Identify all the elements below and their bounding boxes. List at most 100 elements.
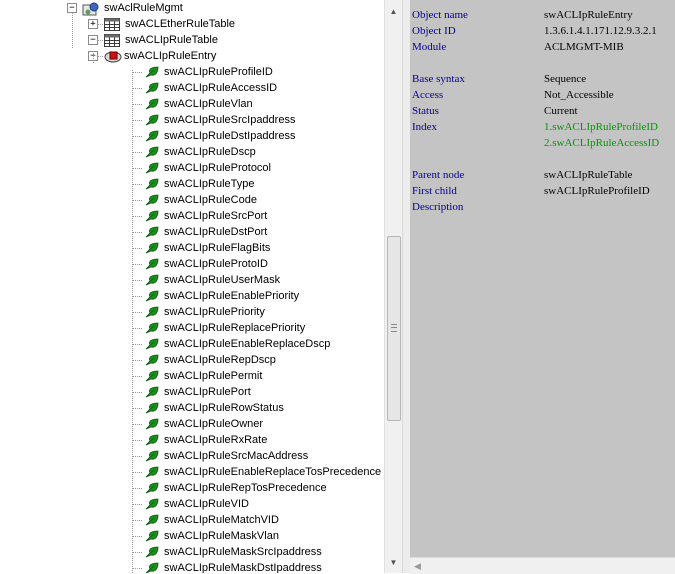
tree-node[interactable]: swACLIpRuleVlan — [0, 96, 384, 112]
expand-plus-icon[interactable]: + — [88, 19, 98, 29]
scroll-up-arrow-icon[interactable]: ▲ — [385, 4, 402, 20]
info-key: Module — [412, 41, 447, 53]
tree-node-label: swACLIpRuleSrcMacAddress — [164, 450, 309, 462]
tree-node[interactable]: swACLIpRuleRowStatus — [0, 400, 384, 416]
tree-node-label: swACLIpRulePermit — [164, 370, 263, 382]
tree-node[interactable]: swACLIpRuleFlagBits — [0, 240, 384, 256]
tree-node[interactable]: swACLIpRuleCode — [0, 192, 384, 208]
tree-node[interactable]: swACLIpRuleRepDscp — [0, 352, 384, 368]
tree-node[interactable]: swACLIpRuleMatchVID — [0, 512, 384, 528]
tree-node[interactable]: swACLIpRuleOwner — [0, 416, 384, 432]
tree-node-label: swACLIpRuleMatchVID — [164, 514, 279, 526]
tree-vertical-scrollbar[interactable]: ▲ ▼ — [384, 0, 402, 573]
tree-node-label: swACLIpRuleVID — [164, 498, 249, 510]
tree-node-label: swACLIpRulePort — [164, 386, 251, 398]
tree-node[interactable]: swACLIpRuleMaskSrcIpaddress — [0, 544, 384, 560]
tree-node-label: swACLIpRuleTable — [125, 34, 218, 46]
info-value: Not_Accessible — [544, 89, 614, 101]
tree-node[interactable]: swACLIpRuleProtocol — [0, 160, 384, 176]
tree-node[interactable]: − swAclRuleMgmt — [0, 0, 384, 16]
tree-node[interactable]: swACLIpRuleDstPort — [0, 224, 384, 240]
tree-node[interactable]: swACLIpRuleEnableReplaceTosPrecedence — [0, 464, 384, 480]
tree-node-label: swACLIpRuleReplacePriority — [164, 322, 306, 334]
tree-node-label: swACLIpRuleMaskSrcIpaddress — [164, 546, 322, 558]
info-key: Description — [412, 201, 464, 213]
tree-node[interactable]: swACLIpRuleEnablePriority — [0, 288, 384, 304]
tree-node-label: swACLIpRulePriority — [164, 306, 265, 318]
leaf-icon — [145, 562, 159, 573]
info-index-link[interactable]: 1.swACLIpRuleProfileID — [544, 121, 658, 133]
tree-node-label: swACLIpRuleDstPort — [164, 226, 268, 238]
info-key: Parent node — [412, 169, 465, 181]
tree-node-label: swACLIpRuleOwner — [164, 418, 264, 430]
tree-node-label: swACLIpRuleFlagBits — [164, 242, 271, 254]
tree-node[interactable]: swACLIpRuleMaskDstIpaddress — [0, 560, 384, 573]
tree-node-label: swACLIpRuleUserMask — [164, 274, 281, 286]
tree-node[interactable]: swACLIpRuleProfileID — [0, 64, 384, 80]
info-key: Index — [412, 121, 438, 133]
tree-node-label: swACLIpRuleRepTosPrecedence — [164, 482, 327, 494]
tree-node[interactable]: swACLIpRuleSrcPort — [0, 208, 384, 224]
tree-node[interactable]: swACLIpRuleSrcIpaddress — [0, 112, 384, 128]
tree-node[interactable]: swACLIpRuleDscp — [0, 144, 384, 160]
tree-node[interactable]: swACLIpRuleAccessID — [0, 80, 384, 96]
tree-node[interactable]: swACLIpRuleRepTosPrecedence — [0, 480, 384, 496]
tree-node[interactable]: swACLIpRulePriority — [0, 304, 384, 320]
tree-node[interactable]: swACLIpRuleVID — [0, 496, 384, 512]
scroll-down-arrow-icon[interactable]: ▼ — [385, 555, 402, 571]
info-value: Sequence — [544, 73, 587, 85]
tree-node-label: swACLIpRuleRowStatus — [164, 402, 284, 414]
scrollbar-thumb[interactable] — [387, 236, 401, 421]
mib-tree-pane[interactable]: − swAclRuleMgmt + swACLEtherRuleTable − swACL… — [0, 0, 384, 573]
info-value: swACLIpRuleTable — [544, 169, 633, 181]
collapse-minus-icon[interactable]: − — [67, 3, 77, 13]
tree-node-label: swACLIpRuleMaskVlan — [164, 530, 279, 542]
scroll-left-arrow-icon[interactable]: ◀ — [414, 558, 421, 574]
info-key: Base syntax — [412, 73, 465, 85]
tree-connector — [72, 13, 73, 48]
tree-node-label: swACLIpRuleAccessID — [164, 82, 278, 94]
info-value: ACLMGMT-MIB — [544, 41, 624, 53]
tree-node[interactable]: + swACLEtherRuleTable — [0, 16, 384, 32]
tree-node[interactable]: swACLIpRuleMaskVlan — [0, 528, 384, 544]
tree-node-label: swACLIpRuleProtocol — [164, 162, 271, 174]
tree-connector — [93, 53, 94, 63]
tree-node[interactable]: swACLIpRuleReplacePriority — [0, 320, 384, 336]
tree-node[interactable]: swACLIpRuleUserMask — [0, 272, 384, 288]
info-value: 1.3.6.1.4.1.171.12.9.3.2.1 — [544, 25, 657, 37]
collapse-minus-icon[interactable]: − — [88, 35, 98, 45]
tree-node[interactable]: swACLIpRuleRxRate — [0, 432, 384, 448]
tree-node[interactable]: − swACLIpRuleEntry — [0, 48, 384, 64]
tree-node[interactable]: − swACLIpRuleTable — [0, 32, 384, 48]
info-horizontal-scrollbar[interactable]: ◀ — [410, 557, 675, 574]
tree-node-label: swACLIpRuleSrcPort — [164, 210, 268, 222]
tree-node-label: swACLIpRuleRepDscp — [164, 354, 276, 366]
tree-node-label: swACLIpRuleProfileID — [164, 66, 273, 78]
tree-node-label: swACLIpRuleEnableReplaceDscp — [164, 338, 331, 350]
tree-node-label: swACLIpRuleDstIpaddress — [164, 130, 296, 142]
tree-node[interactable]: swACLIpRuleDstIpaddress — [0, 128, 384, 144]
tree-node[interactable]: swACLIpRuleProtoID — [0, 256, 384, 272]
tree-node[interactable]: swACLIpRuleType — [0, 176, 384, 192]
tree-node-label: swACLIpRuleCode — [164, 194, 257, 206]
tree-node-label: swACLIpRuleMaskDstIpaddress — [164, 562, 322, 573]
tree-connector — [132, 70, 133, 573]
tree-node-label: swACLIpRuleType — [164, 178, 255, 190]
info-key: First child — [412, 185, 457, 197]
tree-node-label: swACLIpRuleEnableReplaceTosPrecedence — [164, 466, 382, 478]
tree-node[interactable]: swACLIpRulePermit — [0, 368, 384, 384]
tree-node[interactable]: swACLIpRuleSrcMacAddress — [0, 448, 384, 464]
tree-node-label: swACLIpRuleEntry — [124, 50, 217, 62]
info-value: swACLIpRuleProfileID — [544, 185, 650, 197]
info-value: swACLIpRuleEntry — [544, 9, 633, 21]
tree-node-label: swACLIpRuleEnablePriority — [164, 290, 300, 302]
tree-node[interactable]: swACLIpRuleEnableReplaceDscp — [0, 336, 384, 352]
object-info-pane: Object name swACLIpRuleEntry Object ID 1.3.… — [410, 0, 675, 557]
tree-node-label: swACLIpRuleProtoID — [164, 258, 268, 270]
tree-node-label: swACLIpRuleSrcIpaddress — [164, 114, 296, 126]
tree-node-label: swACLEtherRuleTable — [125, 18, 236, 30]
info-index-link[interactable]: 2.swACLIpRuleAccessID — [544, 137, 659, 149]
tree-node-label: swACLIpRuleDscp — [164, 146, 256, 158]
info-key: Object name — [412, 9, 468, 21]
tree-node[interactable]: swACLIpRulePort — [0, 384, 384, 400]
